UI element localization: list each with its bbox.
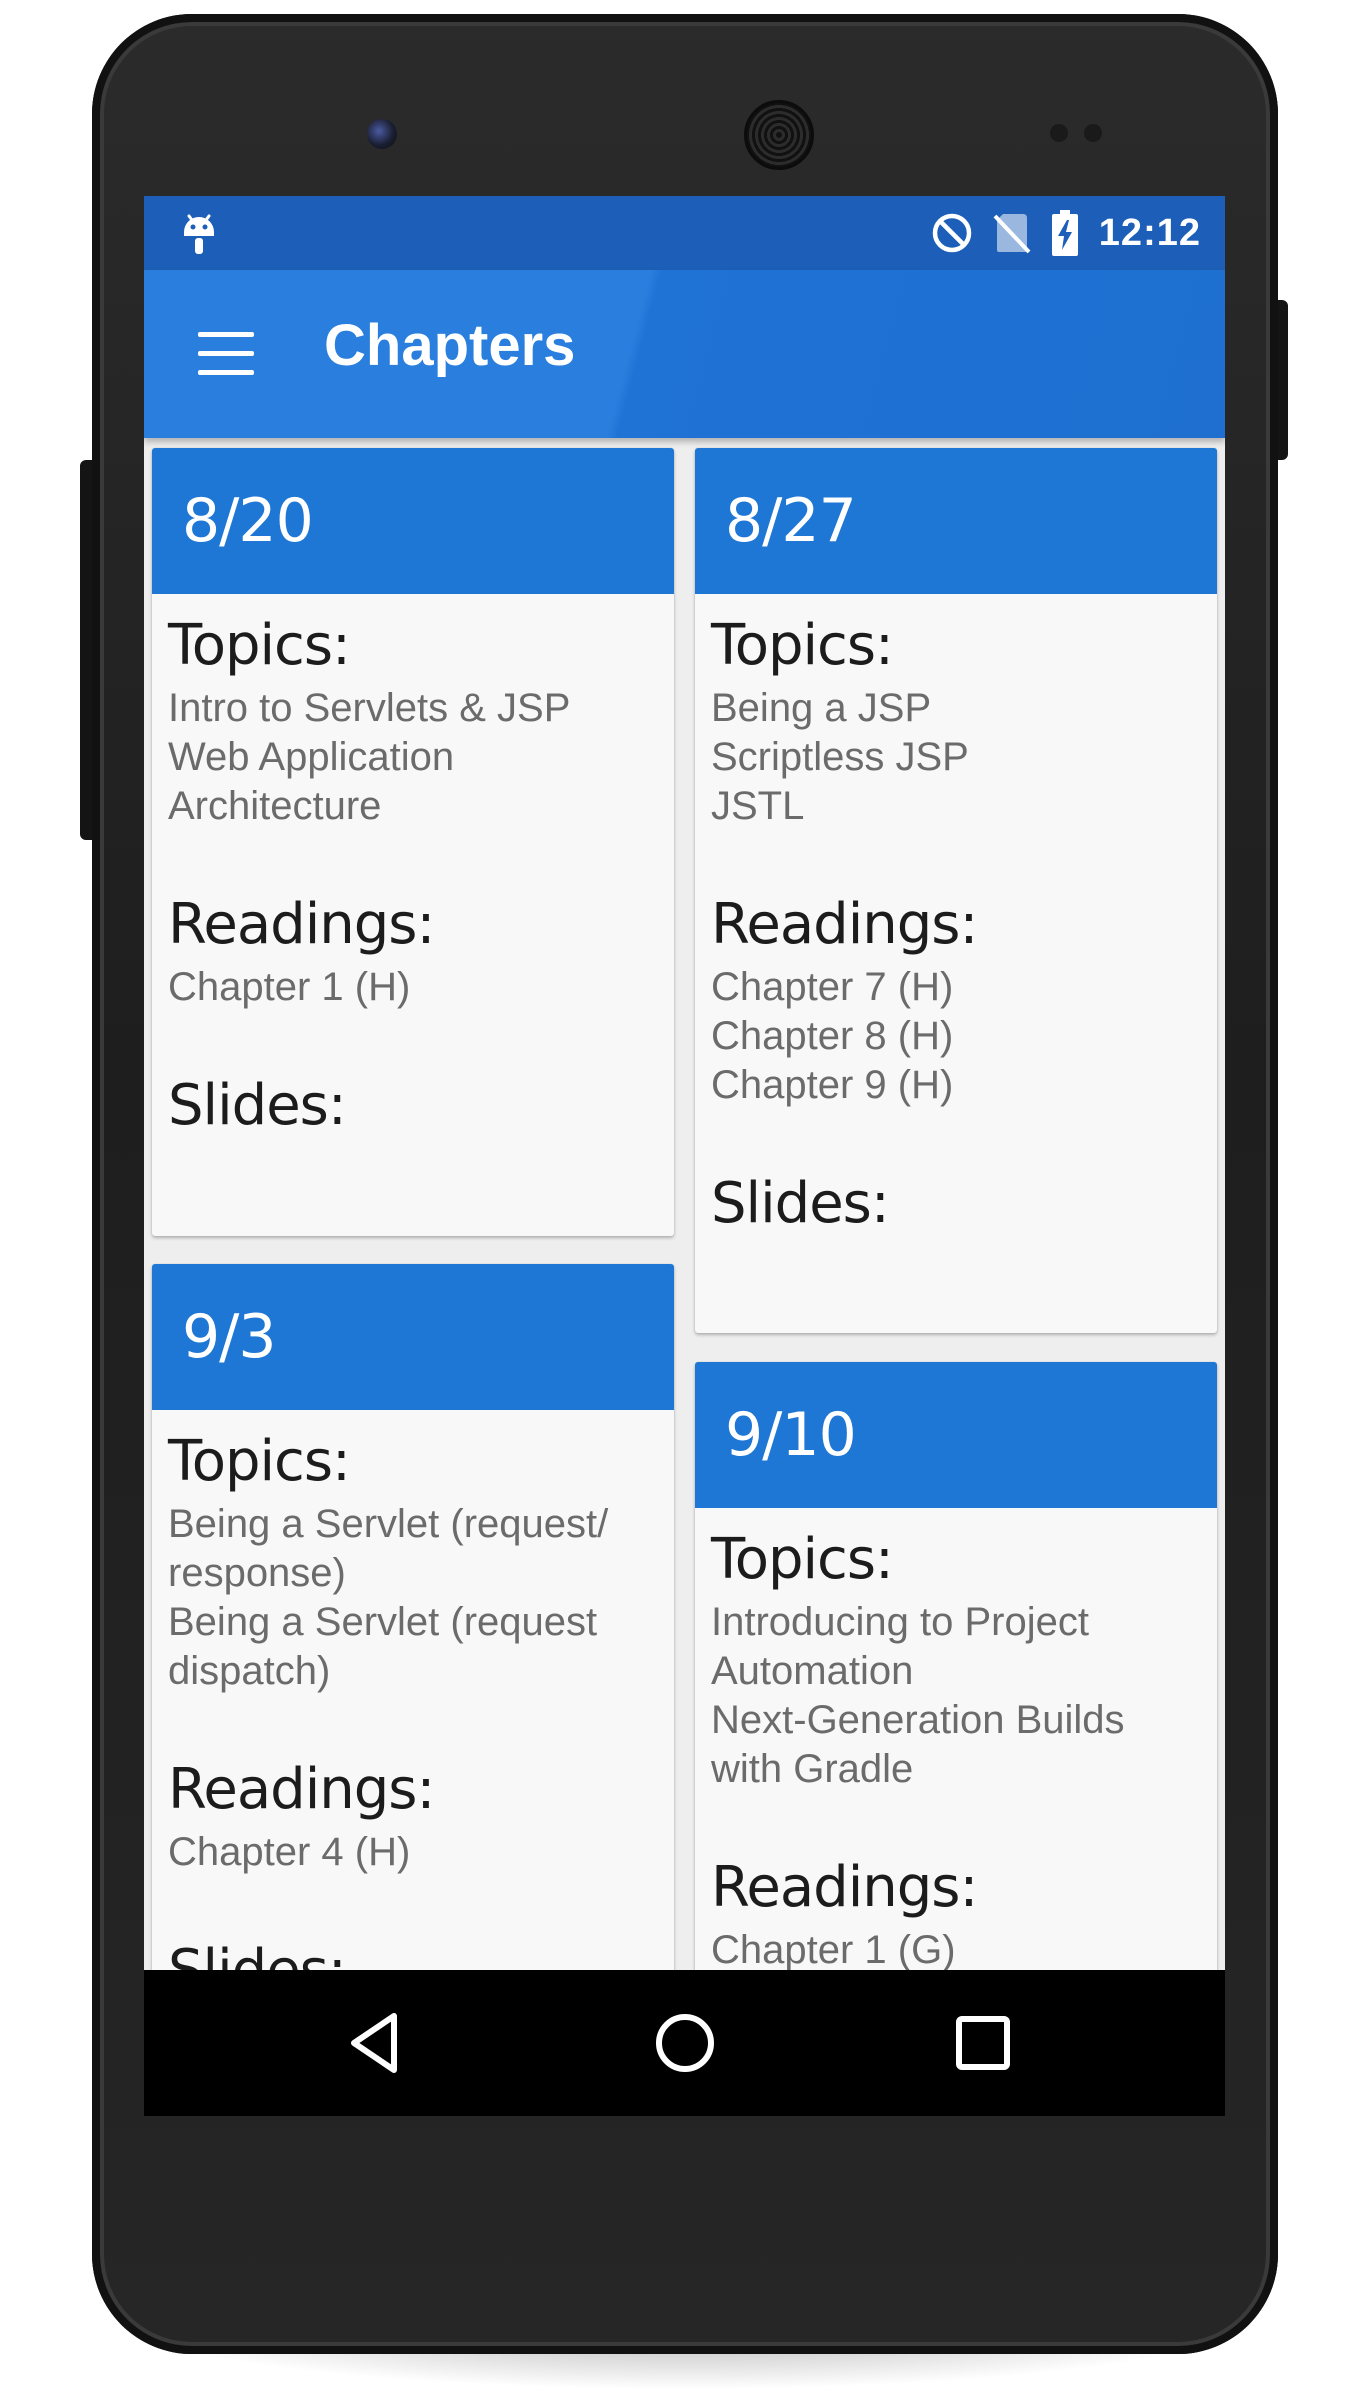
topics-heading: Topics: xyxy=(168,613,351,678)
topics-list: Being a JSP Scriptless JSP JSTL xyxy=(711,684,1201,831)
topic-item: dispatch) xyxy=(168,1649,331,1693)
topic-item: Web Application xyxy=(168,735,455,779)
slides-heading: Slides: xyxy=(711,1171,890,1236)
reading-item: Chapter 1 (H) xyxy=(168,965,411,1009)
reading-item: Chapter 9 (H) xyxy=(711,1063,954,1107)
reading-item: Chapter 4 (H) xyxy=(168,1830,411,1874)
readings-list: Chapter 4 (H) xyxy=(168,1828,658,1877)
battery-charging-icon xyxy=(1051,210,1078,256)
topic-item: Automation xyxy=(711,1649,914,1693)
readings-list: Chapter 1 (G) xyxy=(711,1926,1201,1975)
chapter-card-8-27[interactable]: 8/27 Topics: Being a JSP Scriptless JSP … xyxy=(695,448,1217,1333)
topic-item: Being a Servlet (request/ xyxy=(168,1502,609,1546)
topics-heading: Topics: xyxy=(711,1527,894,1592)
topic-item: Architecture xyxy=(168,784,382,828)
navigation-bar xyxy=(144,1970,1225,2116)
app-bar: Chapters xyxy=(144,270,1225,438)
screen: 12:12 Chapters 8/20 Topics: Intro to Ser… xyxy=(144,196,1225,2116)
topics-heading: Topics: xyxy=(711,613,894,678)
do-not-disturb-icon xyxy=(932,213,972,253)
readings-heading: Readings: xyxy=(168,1757,435,1822)
recents-icon[interactable] xyxy=(950,2010,1016,2076)
readings-heading: Readings: xyxy=(168,892,435,957)
chapter-grid: 8/20 Topics: Intro to Servlets & JSP Web… xyxy=(144,438,1225,2116)
topics-heading: Topics: xyxy=(168,1429,351,1494)
home-icon[interactable] xyxy=(652,2010,718,2076)
readings-list: Chapter 1 (H) xyxy=(168,963,658,1012)
reading-item: Chapter 7 (H) xyxy=(711,965,954,1009)
topics-list: Intro to Servlets & JSP Web Application … xyxy=(168,684,658,831)
reading-item: Chapter 1 (G) xyxy=(711,1928,956,1972)
no-sim-icon xyxy=(993,214,1031,254)
topic-item: Next-Generation Builds xyxy=(711,1698,1125,1742)
readings-heading: Readings: xyxy=(711,1855,978,1920)
card-date: 8/27 xyxy=(695,448,1217,594)
topic-item: Introducing to Project xyxy=(711,1600,1089,1644)
light-sensor xyxy=(1084,124,1102,142)
topic-item: with Gradle xyxy=(711,1747,914,1791)
topic-item: Being a Servlet (request xyxy=(168,1600,598,1644)
proximity-sensor xyxy=(1050,124,1068,142)
page-title: Chapters xyxy=(324,313,576,378)
chapter-card-8-20[interactable]: 8/20 Topics: Intro to Servlets & JSP Web… xyxy=(152,448,674,1236)
slides-heading: Slides: xyxy=(168,1073,347,1138)
topic-item: Scriptless JSP xyxy=(711,735,969,779)
topic-item: response) xyxy=(168,1551,346,1595)
hamburger-menu-icon[interactable] xyxy=(196,328,256,380)
android-icon xyxy=(184,214,214,254)
status-bar: 12:12 xyxy=(144,196,1225,270)
readings-heading: Readings: xyxy=(711,892,978,957)
card-date: 9/3 xyxy=(152,1264,674,1410)
topic-item: JSTL xyxy=(711,784,805,828)
readings-list: Chapter 7 (H) Chapter 8 (H) Chapter 9 (H… xyxy=(711,963,1201,1110)
topics-list: Being a Servlet (request/ response) Bein… xyxy=(168,1500,658,1696)
reading-item: Chapter 8 (H) xyxy=(711,1014,954,1058)
topics-list: Introducing to Project Automation Next-G… xyxy=(711,1598,1201,1794)
card-date: 8/20 xyxy=(152,448,674,594)
clock: 12:12 xyxy=(1098,211,1201,254)
card-date: 9/10 xyxy=(695,1362,1217,1508)
front-camera xyxy=(367,119,397,149)
back-icon[interactable] xyxy=(344,2010,410,2076)
earpiece-speaker xyxy=(744,100,814,170)
topic-item: Intro to Servlets & JSP xyxy=(168,686,571,730)
topic-item: Being a JSP xyxy=(711,686,932,730)
